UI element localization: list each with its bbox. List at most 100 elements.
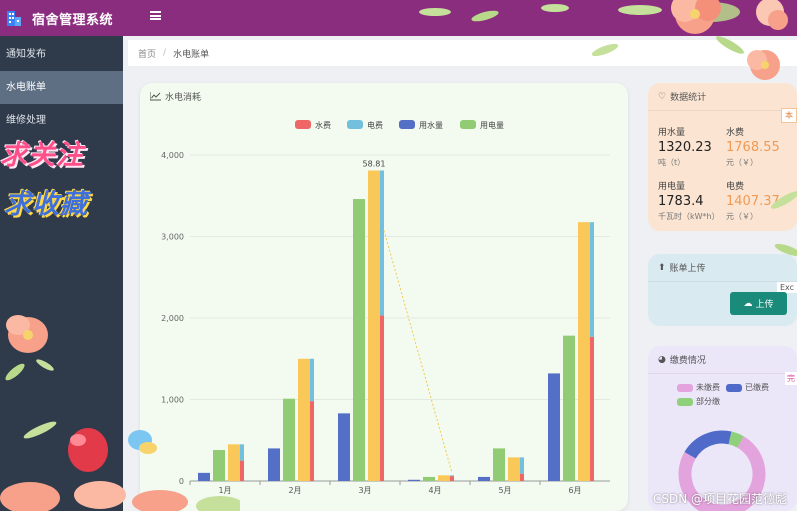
sidebar-item-notice[interactable]: 通知发布 — [0, 38, 123, 71]
bar-power-usage — [493, 448, 505, 481]
stat-power-fee: 电费 1407.37 元（￥） — [726, 179, 780, 222]
upload-button-wrap: ☁ 上传 — [730, 292, 787, 315]
upload-panel-header: ⬆ 账单上传 — [648, 254, 797, 282]
bar-total-fee — [298, 358, 310, 481]
chart-card-header: 水电消耗 — [150, 90, 201, 103]
stat-water-fee: 水费 1768.55 元（￥） — [726, 125, 780, 168]
breadcrumb-separator: / — [163, 48, 167, 58]
stat-water-fee-label: 水费 — [726, 128, 745, 138]
bar-total-fee — [368, 170, 380, 482]
csdn-watermark: CSDN @项目花园范德彪 — [652, 492, 787, 506]
upload-title: 账单上传 — [669, 264, 706, 274]
bar-total-fee — [508, 457, 520, 481]
bar-power-usage — [353, 199, 365, 481]
bar-power-usage — [213, 450, 225, 481]
stat-water-usage-value: 1320.23 — [658, 140, 712, 155]
consumption-chart-card: 0 1,000 2,000 3,000 4,000 1月 2月 3月 4月 5月 6月 58.81 水费… — [140, 83, 628, 511]
bar-water-usage — [548, 373, 560, 481]
bar-water-usage — [408, 479, 420, 481]
stat-water-usage: 用水量 1320.23 吨（t） — [658, 125, 712, 168]
legend-swatch — [295, 120, 311, 129]
top-navbar — [123, 0, 797, 36]
bar-total-fee — [438, 475, 450, 481]
stats-period-tag[interactable]: 本 — [781, 108, 797, 123]
bar-water-fee — [590, 336, 594, 481]
bar-water-fee — [520, 473, 524, 481]
menu-toggle-icon[interactable] — [150, 11, 161, 20]
stat-power-usage-value: 1783.4 — [658, 194, 704, 209]
upload-button[interactable]: ☁ 上传 — [730, 292, 787, 315]
y-tick-label: 0 — [179, 477, 184, 486]
bar-electric-fee — [310, 358, 314, 402]
sidebar: 宿舍管理系统 通知发布 水电账单 维修处理 求关注 求收藏 — [0, 0, 123, 511]
breadcrumb-current: 水电账单 — [173, 49, 210, 60]
bar-water-fee — [310, 401, 314, 481]
heart-icon: ♡ — [658, 91, 667, 102]
y-tick-label: 1,000 — [161, 396, 184, 405]
legend-swatch — [347, 120, 363, 129]
breadcrumb: 首页 / 水电账单 — [128, 40, 797, 66]
stat-power-fee-unit: 元（￥） — [726, 212, 758, 221]
bar-electric-fee — [240, 444, 244, 461]
payment-donut-chart — [678, 430, 766, 511]
stat-power-usage: 用电量 1783.4 千瓦时（kW*h） — [658, 179, 720, 222]
bar-power-usage — [423, 476, 435, 481]
legend-swatch — [399, 120, 415, 129]
stat-water-fee-value: 1768.55 — [726, 140, 780, 155]
consumption-chart: 0 1,000 2,000 3,000 4,000 1月 2月 3月 4月 5月 6月 58.81 水费… — [161, 120, 610, 495]
bar-water-fee — [380, 315, 384, 481]
stats-panel-header: ♡ 数据统计 — [648, 83, 797, 111]
cloud-upload-icon: ☁ — [743, 298, 753, 308]
tooltip-guide-line — [383, 230, 453, 474]
upload-arrow-icon: ⬆ — [658, 262, 666, 273]
sidebar-menu: 通知发布 水电账单 维修处理 — [0, 38, 123, 137]
promo-follow-text: 求关注 — [0, 140, 84, 171]
promo-favorite-text: 求收藏 — [4, 189, 88, 220]
stats-panel: ♡ 数据统计 本 用水量 1320.23 吨（t） 水费 1768.55 元（￥… — [648, 83, 797, 231]
bar-water-usage — [268, 448, 280, 481]
bar-water-fee — [450, 476, 454, 481]
bar-electric-fee — [590, 222, 594, 337]
y-tick-label: 4,000 — [161, 151, 184, 160]
stat-power-usage-label: 用电量 — [658, 182, 686, 192]
payment-panel: ◕ 缴费情况 完 未缴费 已缴费 部分缴 — [648, 346, 797, 511]
stat-water-usage-label: 用水量 — [658, 128, 686, 138]
legend-label: 水费 — [315, 120, 331, 130]
stats-title: 数据统计 — [670, 93, 707, 103]
upload-panel: ⬆ 账单上传 Exc — [648, 254, 797, 326]
bar-total-fee — [578, 222, 590, 481]
bar-water-usage — [198, 472, 210, 481]
bar-electric-fee — [380, 170, 384, 316]
stat-water-usage-unit: 吨（t） — [658, 158, 686, 167]
x-tick-label: 2月 — [288, 486, 301, 495]
logo-bar: 宿舍管理系统 — [0, 0, 123, 36]
line-chart-icon — [150, 92, 161, 101]
bar-water-usage — [478, 476, 490, 481]
y-tick-label: 3,000 — [161, 233, 184, 242]
bar-total-fee — [228, 444, 240, 481]
x-tick-label: 4月 — [428, 486, 441, 495]
stat-power-usage-unit: 千瓦时（kW*h） — [658, 212, 720, 221]
x-tick-label: 6月 — [568, 486, 581, 495]
building-logo-icon — [7, 11, 21, 26]
breadcrumb-home[interactable]: 首页 — [138, 47, 156, 60]
sidebar-item-utility-bill[interactable]: 水电账单 — [0, 71, 123, 104]
stat-water-fee-unit: 元（￥） — [726, 158, 758, 167]
y-tick-label: 2,000 — [161, 314, 184, 323]
stat-power-fee-label: 电费 — [726, 182, 745, 192]
bar-data-label: 58.81 — [363, 159, 386, 168]
bar-power-usage — [283, 398, 295, 481]
bar-water-fee — [240, 460, 244, 481]
app-title: 宿舍管理系统 — [32, 12, 114, 28]
bar-water-usage — [338, 413, 350, 481]
bar-electric-fee — [520, 457, 524, 474]
chart-card-title: 水电消耗 — [165, 93, 202, 103]
legend-label: 电费 — [367, 120, 383, 130]
stat-power-fee-value: 1407.37 — [726, 194, 780, 209]
legend-label: 用电量 — [480, 120, 504, 130]
bar-electric-fee — [450, 475, 454, 477]
bar-power-usage — [563, 335, 575, 481]
upload-button-label: 上传 — [755, 299, 774, 309]
legend-label: 用水量 — [419, 120, 443, 130]
x-tick-label: 1月 — [218, 486, 231, 495]
